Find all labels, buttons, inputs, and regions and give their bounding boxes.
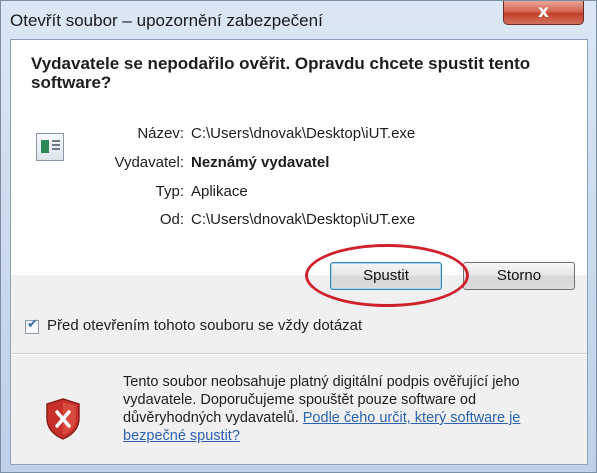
close-button[interactable]: x [503,1,584,25]
warning-message: Tento soubor neobsahuje platný digitální… [123,373,563,445]
detail-value: C:\Users\dnovak\Desktop\iUT.exe [191,125,416,142]
always-ask-checkbox[interactable]: ✔ [25,317,39,334]
divider [11,353,587,355]
detail-row-from: Od: C:\Users\dnovak\Desktop\iUT.exe [11,211,571,231]
detail-row-type: Typ: Aplikace [11,183,571,203]
detail-label: Vydavatel: [114,154,185,171]
title-bar[interactable]: Otevřít soubor – upozornění zabezpečení … [1,1,596,39]
detail-label: Typ: [155,183,184,200]
window-title: Otevřít soubor – upozornění zabezpečení [10,11,323,30]
dialog-body: Vydavatele se nepodařilo ověřit. Opravdu… [10,39,588,465]
security-warning-dialog: Otevřít soubor – upozornění zabezpečení … [0,0,597,473]
detail-value: Neznámý vydavatel [191,154,330,171]
annotation-ellipse [305,244,469,307]
cancel-button[interactable]: Storno [463,262,575,290]
security-shield-error-icon [46,398,80,440]
detail-value: C:\Users\dnovak\Desktop\iUT.exe [191,211,416,228]
detail-label: Od: [159,211,184,228]
detail-label: Název: [137,125,184,142]
checkmark-icon: ✔ [27,317,38,332]
details-panel: Vydavatele se nepodařilo ověřit. Opravdu… [11,40,587,290]
detail-row-publisher: Vydavatel: Neznámý vydavatel [11,154,571,174]
detail-row-name: Název: C:\Users\dnovak\Desktop\iUT.exe [11,125,571,145]
warning-headline: Vydavatele se nepodařilo ověřit. Opravdu… [31,54,531,92]
detail-value: Aplikace [191,183,248,200]
always-ask-label[interactable]: Před otevřením tohoto souboru se vždy do… [47,317,362,334]
close-icon: x [538,2,549,22]
